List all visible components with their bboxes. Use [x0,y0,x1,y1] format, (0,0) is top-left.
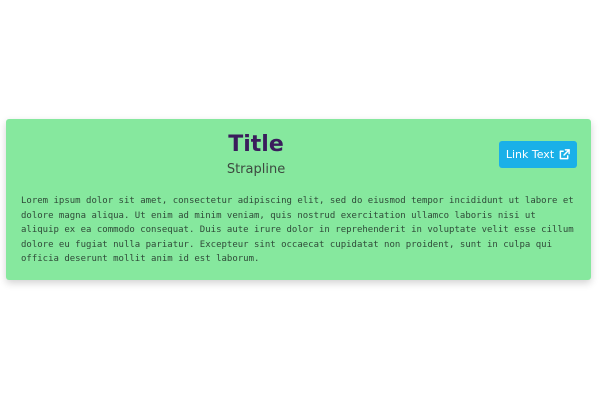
link-button-label: Link Text [505,148,555,161]
card-body-text: Lorem ipsum dolor sit amet, consectetur … [21,196,574,264]
hero-card: Title Strapline Link Text Lorem ipsum do… [6,119,591,280]
card-strapline: Strapline [226,162,286,177]
link-button[interactable]: Link Text [499,141,577,168]
card-title: Title [228,132,284,157]
external-link-icon [559,149,570,160]
